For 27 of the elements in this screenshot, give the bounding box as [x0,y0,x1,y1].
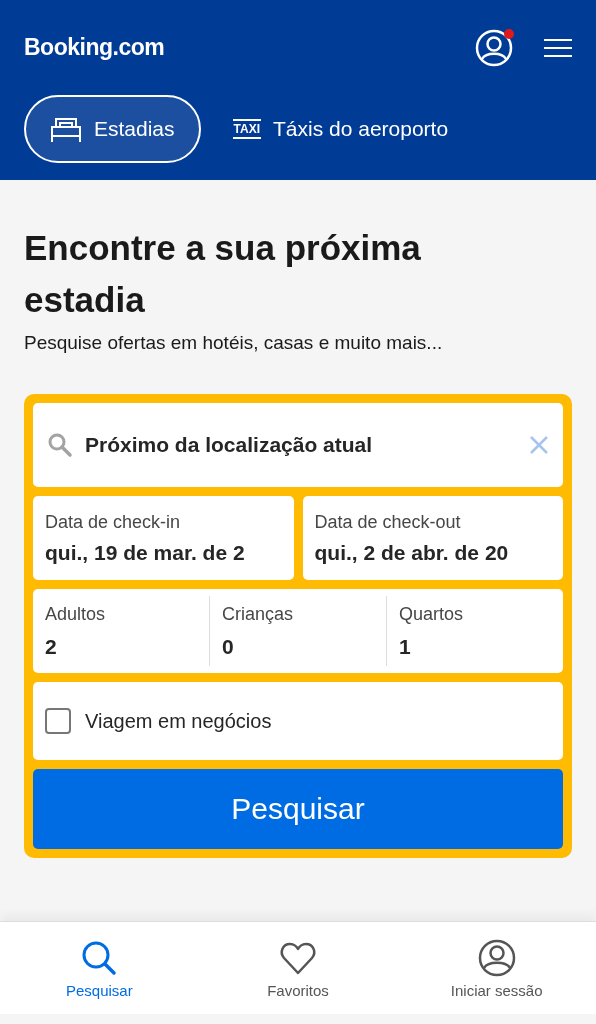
business-trip-option[interactable]: Viagem em negócios [33,682,563,760]
person-icon [474,27,514,68]
search-button[interactable]: Pesquisar [33,769,563,849]
field-label: Quartos [399,603,465,625]
nav-tab[interactable]: Iniciar sessão [397,922,596,1014]
search-icon [47,432,73,458]
person-icon [476,937,517,978]
page-heading: Encontre a sua próxima estadia [24,227,422,321]
logo[interactable]: Booking.com [24,34,165,61]
field-label: Adultos [45,603,107,625]
account-button[interactable] [474,27,514,68]
field-label: Crianças [222,603,295,625]
date-field[interactable]: Data de check-in qui., 19 de mar. de 2 [33,496,294,580]
nav-tab[interactable]: Favoritos [198,922,398,1014]
tab[interactable]: TAXI Táxis do aeroporto [230,95,451,163]
date-field[interactable]: Data de check-out qui., 2 de abr. de 20 [302,496,563,580]
tab[interactable]: Estadias [24,95,201,163]
menu-button[interactable] [544,37,572,58]
field-value[interactable]: 1 [399,634,551,659]
destination-field[interactable]: Próximo da localização atual [33,403,563,487]
field-value[interactable]: 0 [222,634,374,659]
field-value[interactable]: 2 [45,634,197,659]
page-subheading: Pesquise ofertas em hotéis, casas e muito mais... [24,332,444,354]
menu-icon [544,37,572,58]
checkbox[interactable] [45,708,71,734]
nav-tab[interactable]: Pesquisar [0,922,199,1014]
bed-icon [50,115,82,143]
